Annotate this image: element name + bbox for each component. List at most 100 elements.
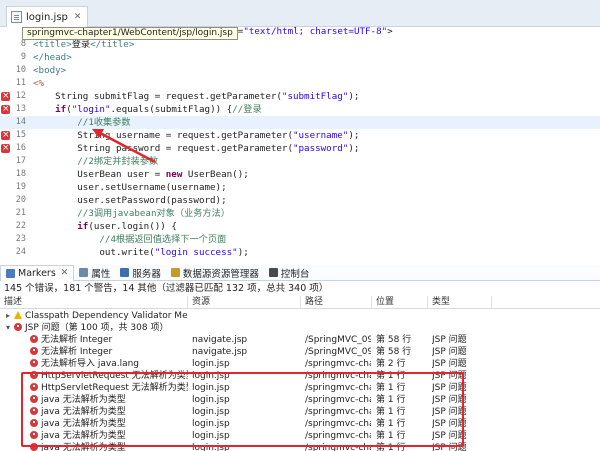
code-line[interactable]: 11 <%	[0, 77, 600, 90]
error-icon	[30, 443, 38, 451]
marker-location: 第 1 行	[376, 395, 406, 405]
error-marker-icon[interactable]	[1, 90, 10, 103]
code-line[interactable]: 10 <body>	[0, 64, 600, 77]
code-line[interactable]: 12 String submitFlag = request.getParame…	[0, 90, 600, 103]
marker-type	[432, 310, 492, 322]
line-number: 22	[15, 221, 26, 231]
marker-description-text: HttpServletRequest 无法解析为类型	[41, 383, 188, 393]
marker-description-text: java 无法解析为类型	[41, 395, 126, 405]
view-tab[interactable]: 数据源资源管理器	[166, 265, 264, 281]
marker-row[interactable]: HttpServletRequest 无法解析为类型 login.jsp/spri…	[0, 382, 600, 394]
expand-chevron-icon[interactable]: ▾	[6, 322, 14, 334]
marker-location: 第 1 行	[376, 371, 406, 381]
error-marker-icon[interactable]	[1, 142, 10, 155]
code-text: UserBean user = new UserBean();	[33, 169, 249, 180]
code-line[interactable]: 23 //4根据返回值选择下一个页面	[0, 233, 600, 246]
line-number: 18	[15, 169, 26, 179]
marker-description: java 无法解析为类型	[0, 430, 188, 442]
code-line[interactable]: 20 user.setPassword(password);	[0, 194, 600, 207]
code-editor[interactable]: <%@ http-equiv="Content-Type" content="t…	[0, 27, 600, 259]
expand-chevron-icon[interactable]: ▸	[6, 310, 14, 322]
line-number: 12	[15, 91, 26, 101]
code-line[interactable]: 24 out.write("login success");	[0, 246, 600, 259]
code-text: if(user.login()) {	[77, 221, 177, 232]
marker-location: 第 1 行	[376, 383, 406, 393]
markers-table[interactable]: 描述 资源 路径 位置 类型 ▸ Classpath Dependency Val…	[0, 296, 600, 451]
marker-row[interactable]: java 无法解析为类型 login.jsp/springmvc-cha... 第 …	[0, 418, 600, 430]
close-icon[interactable]: ✕	[61, 268, 69, 278]
view-tab-label: 控制台	[280, 268, 310, 280]
code-line[interactable]: 19 user.setUsername(username);	[0, 181, 600, 194]
column-header-location[interactable]: 位置	[372, 296, 428, 309]
code-line[interactable]: 15 String username = request.getParamete…	[0, 129, 600, 142]
line-number: 16	[15, 143, 26, 153]
marker-type: JSP 问题	[432, 395, 467, 405]
column-header-path[interactable]: 路径	[301, 296, 372, 309]
code-text: String submitFlag = request.getParameter…	[33, 91, 360, 102]
error-marker-icon[interactable]	[1, 129, 10, 142]
error-icon	[30, 431, 38, 439]
view-tab[interactable]: 服务器	[115, 265, 166, 281]
column-header-description[interactable]: 描述	[0, 296, 188, 309]
marker-row[interactable]: java 无法解析为类型 login.jsp/springmvc-cha... 第 …	[0, 406, 600, 418]
marker-location: 第 1 行	[376, 407, 406, 417]
marker-row[interactable]: 无法解析 Integer navigate.jsp/SpringMVC_09...…	[0, 346, 600, 358]
code-line[interactable]: 14 //1收集参数	[0, 116, 600, 129]
marker-description-text: java 无法解析为类型	[41, 407, 126, 417]
error-icon	[30, 383, 38, 391]
code-line[interactable]: 9 </head>	[0, 51, 600, 64]
error-icon	[30, 395, 38, 403]
marker-row[interactable]: HttpServletRequest 无法解析为类型 login.jsp/spri…	[0, 370, 600, 382]
view-tab-icon	[120, 268, 130, 277]
marker-description: java 无法解析为类型	[0, 406, 188, 418]
code-line[interactable]: 18 UserBean user = new UserBean();	[0, 168, 600, 181]
error-icon	[30, 347, 38, 355]
marker-type: JSP 问题	[432, 359, 467, 369]
marker-group-row[interactable]: ▸ Classpath Dependency Validator Message	[0, 310, 600, 322]
error-marker-icon[interactable]	[1, 103, 10, 116]
marker-row[interactable]: java 无法解析为类型 login.jsp/springmvc-cha... 第 …	[0, 442, 600, 451]
code-line[interactable]: 13 if("login".equals(submitFlag)) {//登录	[0, 103, 600, 116]
code-text: //2绑定并封装参数	[77, 156, 159, 167]
view-tab-icon	[268, 268, 278, 277]
code-line[interactable]: 21 //3调用javabean对象（业务方法）	[0, 207, 600, 220]
marker-resource: login.jsp	[192, 407, 230, 417]
markers-table-header: 描述 资源 路径 位置 类型	[0, 296, 600, 309]
marker-row[interactable]: java 无法解析为类型 login.jsp/springmvc-cha... 第 …	[0, 394, 600, 406]
code-line[interactable]: 17 //2绑定并封装参数	[0, 155, 600, 168]
marker-location	[376, 310, 428, 322]
marker-path: /springmvc-cha...	[305, 371, 371, 381]
marker-description: 无法解析导入 java.lang	[0, 358, 188, 370]
marker-row[interactable]: java 无法解析为类型 login.jsp/springmvc-cha... 第 …	[0, 430, 600, 442]
marker-description-text: 无法解析 Integer	[41, 347, 113, 357]
marker-row[interactable]: 无法解析 Integer navigate.jsp/SpringMVC_09...…	[0, 334, 600, 346]
line-number: 24	[15, 247, 26, 257]
view-tab-label: 属性	[91, 268, 111, 280]
view-tab-label: 数据源资源管理器	[182, 268, 259, 280]
marker-row[interactable]: 无法解析导入 java.lang login.jsp/springmvc-cha.…	[0, 358, 600, 370]
code-text: </head>	[33, 52, 72, 63]
marker-description: HttpServletRequest 无法解析为类型	[0, 382, 188, 394]
view-tab[interactable]: Markers ✕	[0, 264, 75, 281]
code-text: if("login".equals(submitFlag)) {//登录	[55, 104, 262, 115]
marker-description-text: 无法解析 Integer	[41, 335, 113, 345]
marker-path: /springmvc-cha...	[305, 359, 371, 369]
close-icon[interactable]: ✕	[74, 12, 82, 22]
code-line[interactable]: 16 String password = request.getParamete…	[0, 142, 600, 155]
marker-resource: login.jsp	[192, 431, 230, 441]
view-tab[interactable]: 控制台	[264, 265, 315, 281]
code-text: <body>	[33, 65, 67, 76]
column-header-resource[interactable]: 资源	[188, 296, 301, 309]
editor-tab-login-jsp[interactable]: login.jsp ✕	[6, 6, 89, 27]
marker-type: JSP 问题	[432, 443, 467, 451]
view-tab-label: Markers	[18, 267, 56, 279]
views-tab-bar: Markers ✕ 属性 服务器 数据源资源管理器 控制台	[0, 264, 600, 281]
view-tab[interactable]: 属性	[74, 265, 115, 281]
marker-description-text: Classpath Dependency Validator Message	[25, 311, 188, 321]
marker-resource: login.jsp	[192, 371, 230, 381]
marker-group-row[interactable]: ▾ JSP 问题（第 100 项，共 308 项）	[0, 322, 600, 334]
marker-resource: login.jsp	[192, 395, 230, 405]
marker-resource: navigate.jsp	[192, 347, 248, 357]
column-header-type[interactable]: 类型	[428, 296, 492, 309]
code-line[interactable]: 22 if(user.login()) {	[0, 220, 600, 233]
